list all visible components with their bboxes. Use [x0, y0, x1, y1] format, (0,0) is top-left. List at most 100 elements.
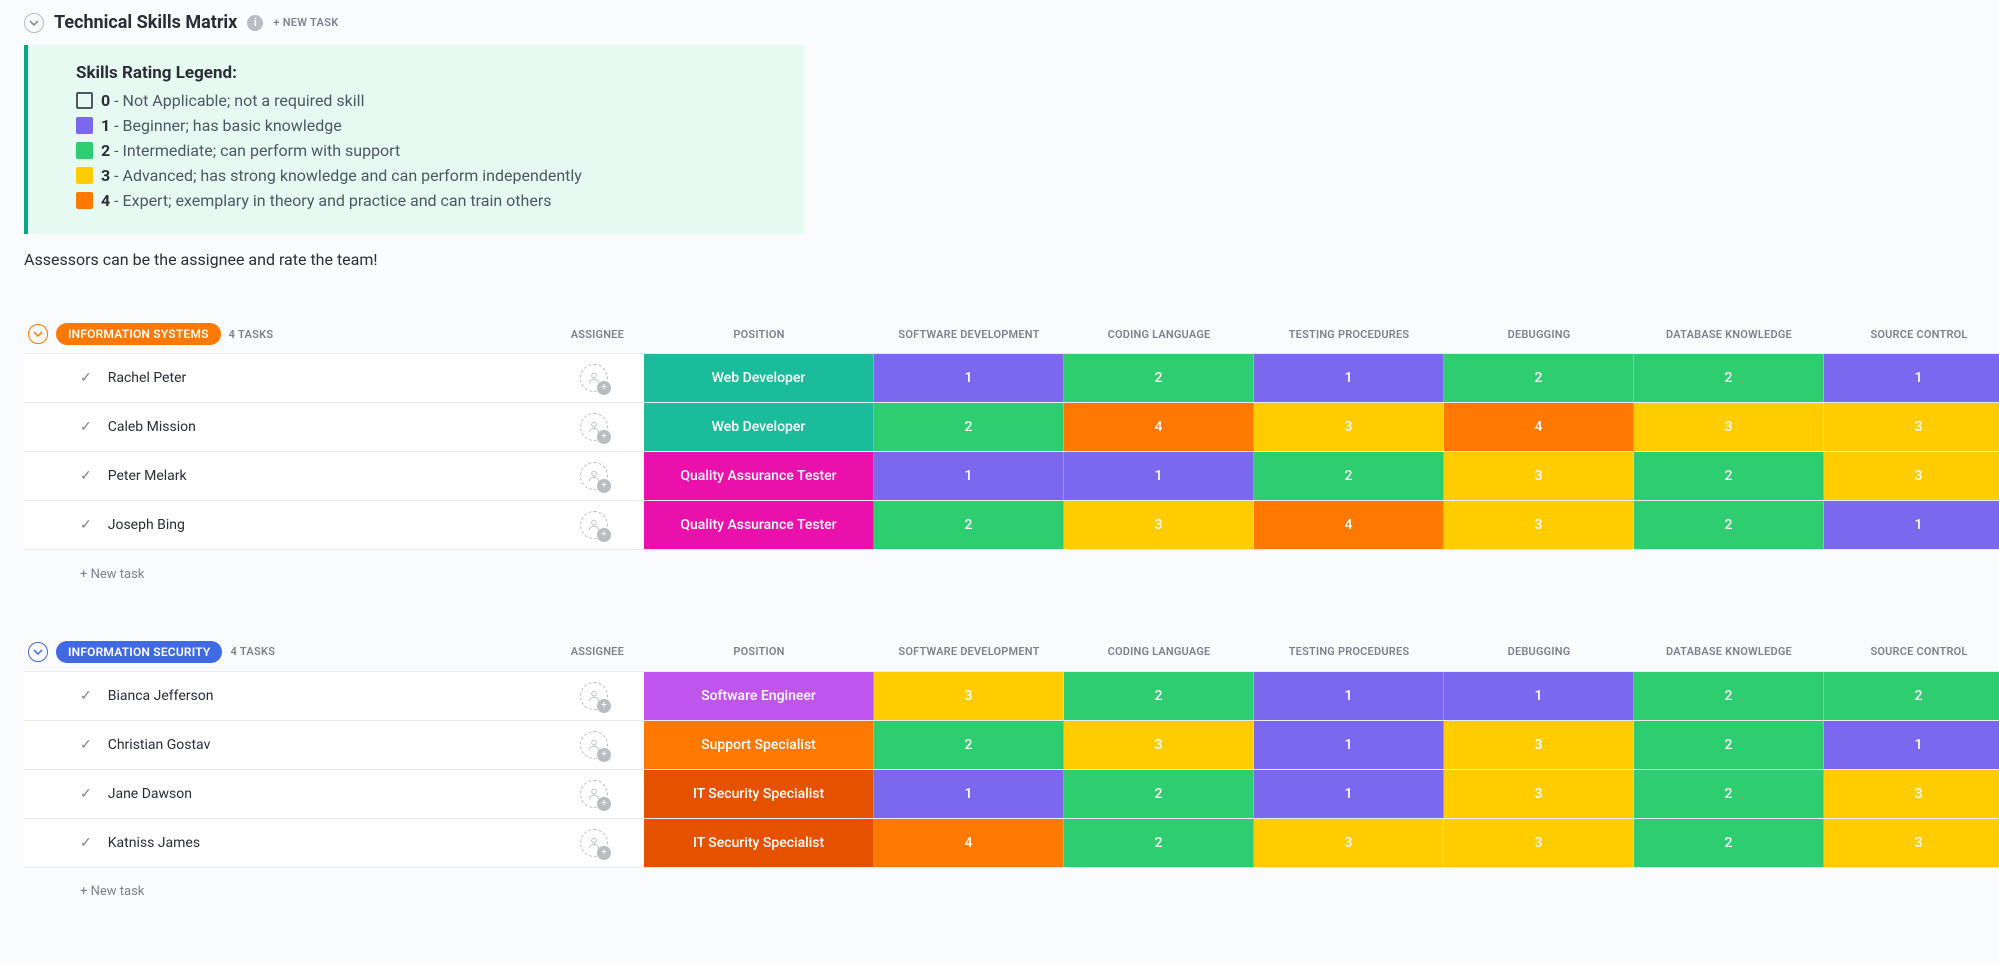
skill-cell[interactable]: 2: [874, 721, 1064, 769]
new-task-row[interactable]: + New task: [24, 550, 1999, 599]
task-name-cell[interactable]: ✓ Peter Melark: [24, 452, 544, 500]
skill-cell[interactable]: 1: [1254, 770, 1444, 818]
skill-cell[interactable]: 1: [1824, 354, 1999, 402]
group-pill[interactable]: Information Security: [56, 641, 222, 663]
skill-cell[interactable]: 2: [1064, 672, 1254, 720]
skill-cell[interactable]: 2: [1064, 770, 1254, 818]
info-icon[interactable]: i: [247, 15, 263, 31]
column-header: CODING LANGUAGE: [1064, 635, 1254, 672]
skill-cell[interactable]: 2: [1444, 354, 1634, 402]
skill-cell[interactable]: 3: [1254, 819, 1444, 867]
task-name-cell[interactable]: ✓ Rachel Peter: [24, 354, 544, 402]
skill-cell[interactable]: 3: [874, 672, 1064, 720]
position-cell[interactable]: IT Security Specialist: [644, 819, 874, 867]
skill-cell[interactable]: 4: [1444, 403, 1634, 451]
skill-cell[interactable]: 2: [1634, 501, 1824, 549]
skill-cell[interactable]: 1: [874, 452, 1064, 500]
skill-cell[interactable]: 2: [874, 501, 1064, 549]
assignee-add-icon[interactable]: +: [580, 829, 608, 857]
assignee-cell[interactable]: +: [544, 501, 644, 550]
skill-cell[interactable]: 1: [1254, 672, 1444, 720]
task-name-cell[interactable]: ✓ Joseph Bing: [24, 501, 544, 549]
skill-cell[interactable]: 2: [874, 403, 1064, 451]
skill-cell[interactable]: 4: [1064, 403, 1254, 451]
skill-cell[interactable]: 3: [1254, 403, 1444, 451]
skill-cell[interactable]: 3: [1444, 721, 1634, 769]
skill-cell[interactable]: 4: [874, 819, 1064, 867]
assignee-add-icon[interactable]: +: [580, 462, 608, 490]
skill-cell[interactable]: 1: [1824, 721, 1999, 769]
skill-cell[interactable]: 3: [1634, 403, 1824, 451]
assignee-add-icon[interactable]: +: [580, 511, 608, 539]
assignee-add-icon[interactable]: +: [580, 780, 608, 808]
task-name: Joseph Bing: [108, 517, 185, 533]
assignee-add-icon[interactable]: +: [580, 682, 608, 710]
skill-cell[interactable]: 4: [1254, 501, 1444, 549]
skill-cell[interactable]: 3: [1444, 819, 1634, 867]
skill-cell[interactable]: 2: [1634, 452, 1824, 500]
assignee-add-icon[interactable]: +: [580, 731, 608, 759]
skill-cell[interactable]: 1: [1064, 452, 1254, 500]
collapse-group-icon[interactable]: [28, 324, 48, 344]
position-cell[interactable]: Quality Assurance Tester: [644, 452, 874, 500]
table-row[interactable]: ✓ Joseph Bing + Quality Assurance Tester…: [24, 501, 1999, 550]
skill-cell[interactable]: 2: [1634, 819, 1824, 867]
skill-cell[interactable]: 2: [1634, 721, 1824, 769]
table-row[interactable]: ✓ Caleb Mission + Web Developer243433: [24, 403, 1999, 452]
skill-cell[interactable]: 2: [1634, 770, 1824, 818]
task-name-cell[interactable]: ✓ Katniss James: [24, 819, 544, 867]
position-cell[interactable]: Quality Assurance Tester: [644, 501, 874, 549]
skill-cell[interactable]: 1: [1824, 501, 1999, 549]
task-name-cell[interactable]: ✓ Jane Dawson: [24, 770, 544, 818]
skill-cell[interactable]: 2: [1634, 354, 1824, 402]
check-icon: ✓: [80, 419, 92, 435]
skill-cell[interactable]: 3: [1444, 501, 1634, 549]
skill-cell[interactable]: 1: [1254, 721, 1444, 769]
position-cell[interactable]: Software Engineer: [644, 672, 874, 720]
collapse-group-icon[interactable]: [28, 642, 48, 662]
skill-cell[interactable]: 3: [1444, 452, 1634, 500]
new-task-row[interactable]: + New task: [24, 867, 1999, 916]
skill-cell[interactable]: 3: [1824, 452, 1999, 500]
position-cell[interactable]: Web Developer: [644, 354, 874, 402]
assignee-cell[interactable]: +: [544, 671, 644, 720]
skill-cell[interactable]: 1: [874, 354, 1064, 402]
assignee-cell[interactable]: +: [544, 720, 644, 769]
skill-cell[interactable]: 3: [1824, 770, 1999, 818]
assignee-cell[interactable]: +: [544, 403, 644, 452]
position-cell[interactable]: Support Specialist: [644, 721, 874, 769]
task-name-cell[interactable]: ✓ Caleb Mission: [24, 403, 544, 451]
table-row[interactable]: ✓ Katniss James + IT Security Specialist…: [24, 818, 1999, 867]
table-row[interactable]: ✓ Jane Dawson + IT Security Specialist12…: [24, 769, 1999, 818]
skill-cell[interactable]: 1: [1444, 672, 1634, 720]
skill-cell[interactable]: 3: [1064, 501, 1254, 549]
table-row[interactable]: ✓ Rachel Peter + Web Developer121221: [24, 354, 1999, 403]
skill-cell[interactable]: 3: [1824, 403, 1999, 451]
assignee-add-icon[interactable]: +: [580, 413, 608, 441]
table-row[interactable]: ✓ Peter Melark + Quality Assurance Teste…: [24, 452, 1999, 501]
skill-cell[interactable]: 1: [874, 770, 1064, 818]
skill-cell[interactable]: 2: [1064, 354, 1254, 402]
group-pill[interactable]: Information Systems: [56, 323, 221, 345]
assignee-cell[interactable]: +: [544, 354, 644, 403]
skill-cell[interactable]: 3: [1064, 721, 1254, 769]
task-name-cell[interactable]: ✓ Bianca Jefferson: [24, 672, 544, 720]
table-row[interactable]: ✓ Christian Gostav + Support Specialist2…: [24, 720, 1999, 769]
position-cell[interactable]: IT Security Specialist: [644, 770, 874, 818]
task-name-cell[interactable]: ✓ Christian Gostav: [24, 721, 544, 769]
skill-cell[interactable]: 3: [1444, 770, 1634, 818]
skill-cell[interactable]: 2: [1254, 452, 1444, 500]
skill-cell[interactable]: 3: [1824, 819, 1999, 867]
skill-cell[interactable]: 2: [1064, 819, 1254, 867]
skill-cell[interactable]: 2: [1634, 672, 1824, 720]
assignee-cell[interactable]: +: [544, 769, 644, 818]
assignee-cell[interactable]: +: [544, 818, 644, 867]
collapse-section-icon[interactable]: [24, 13, 44, 33]
position-cell[interactable]: Web Developer: [644, 403, 874, 451]
new-task-button[interactable]: + NEW TASK: [273, 16, 338, 29]
assignee-cell[interactable]: +: [544, 452, 644, 501]
skill-cell[interactable]: 1: [1254, 354, 1444, 402]
assignee-add-icon[interactable]: +: [580, 364, 608, 392]
table-row[interactable]: ✓ Bianca Jefferson + Software Engineer32…: [24, 671, 1999, 720]
skill-cell[interactable]: 2: [1824, 672, 1999, 720]
